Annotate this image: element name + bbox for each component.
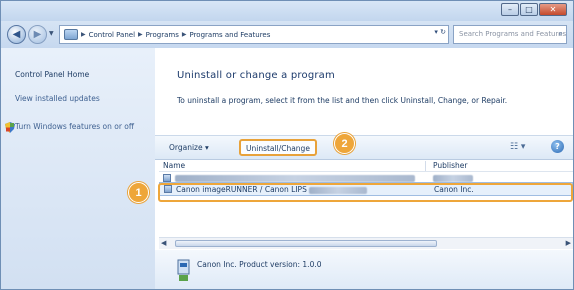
horizontal-scrollbar[interactable]: ◀ ▶ bbox=[159, 237, 573, 249]
help-icon[interactable]: ? bbox=[551, 140, 564, 153]
close-button[interactable]: ✕ bbox=[539, 3, 567, 16]
program-publisher bbox=[433, 173, 473, 182]
command-toolbar: Organize ▾ Uninstall/Change ☷ ▾ ? bbox=[155, 135, 573, 160]
sidebar: Control Panel Home View installed update… bbox=[1, 48, 155, 289]
organize-button[interactable]: Organize ▾ bbox=[169, 143, 209, 152]
history-dropdown-icon[interactable]: ▼ bbox=[49, 30, 57, 38]
programs-window: – □ ✕ ◀ ▶ ▼ ▶ Control Panel ▶ Programs ▶… bbox=[0, 0, 574, 290]
selection-highlight bbox=[158, 183, 573, 202]
program-name bbox=[175, 173, 415, 182]
search-input[interactable]: Search Programs and Features ⌕ bbox=[453, 25, 567, 44]
breadcrumb-programs[interactable]: Programs bbox=[146, 31, 179, 39]
chevron-right-icon[interactable]: ▶ bbox=[182, 31, 187, 38]
list-header: Name Publisher bbox=[159, 160, 573, 172]
annotation-badge-1: 1 bbox=[128, 182, 149, 203]
breadcrumb-control-panel[interactable]: Control Panel bbox=[89, 31, 135, 39]
chevron-right-icon[interactable]: ▶ bbox=[81, 31, 86, 38]
title-bar: – □ ✕ bbox=[1, 1, 573, 21]
minimize-button[interactable]: – bbox=[501, 3, 519, 16]
forward-arrow-icon[interactable]: ▶ bbox=[28, 25, 47, 44]
navigation-bar: ◀ ▶ ▼ ▶ Control Panel ▶ Programs ▶ Progr… bbox=[1, 21, 573, 48]
window-controls: – □ ✕ bbox=[501, 3, 567, 16]
scrollbar-thumb[interactable] bbox=[175, 240, 437, 247]
sidebar-item-installed-updates[interactable]: View installed updates bbox=[15, 94, 139, 104]
shield-icon bbox=[5, 122, 15, 133]
sidebar-item-windows-features[interactable]: Turn Windows features on or off bbox=[15, 122, 139, 132]
scroll-left-icon[interactable]: ◀ bbox=[161, 239, 166, 247]
maximize-button[interactable]: □ bbox=[520, 3, 538, 16]
search-placeholder: Search Programs and Features bbox=[459, 30, 567, 38]
column-divider[interactable] bbox=[425, 161, 426, 171]
folder-icon bbox=[64, 29, 78, 40]
annotation-badge-2: 2 bbox=[334, 133, 355, 154]
page-title: Uninstall or change a program bbox=[177, 70, 335, 81]
column-header-name[interactable]: Name bbox=[163, 161, 185, 170]
back-arrow-icon[interactable]: ◀ bbox=[7, 25, 26, 44]
details-pane: Canon Inc. Product version: 1.0.0 bbox=[155, 250, 573, 289]
refresh-icon[interactable]: ▾ ↻ bbox=[434, 28, 446, 36]
breadcrumb-programs-features[interactable]: Programs and Features bbox=[189, 31, 270, 39]
program-icon bbox=[163, 174, 171, 182]
search-icon[interactable]: ⌕ bbox=[559, 29, 563, 39]
scroll-right-icon[interactable]: ▶ bbox=[566, 239, 571, 247]
details-text: Canon Inc. Product version: 1.0.0 bbox=[197, 260, 322, 269]
installer-icon bbox=[177, 259, 190, 281]
page-description: To uninstall a program, select it from t… bbox=[177, 96, 508, 105]
main-content: Uninstall or change a program To uninsta… bbox=[155, 48, 573, 289]
uninstall-change-button[interactable]: Uninstall/Change bbox=[239, 139, 317, 156]
view-options-icon[interactable]: ☷ ▾ bbox=[510, 142, 525, 152]
column-header-publisher[interactable]: Publisher bbox=[433, 161, 467, 170]
chevron-right-icon[interactable]: ▶ bbox=[138, 31, 143, 38]
sidebar-item-control-panel-home[interactable]: Control Panel Home bbox=[15, 70, 139, 80]
address-bar[interactable]: ▶ Control Panel ▶ Programs ▶ Programs an… bbox=[59, 25, 449, 44]
